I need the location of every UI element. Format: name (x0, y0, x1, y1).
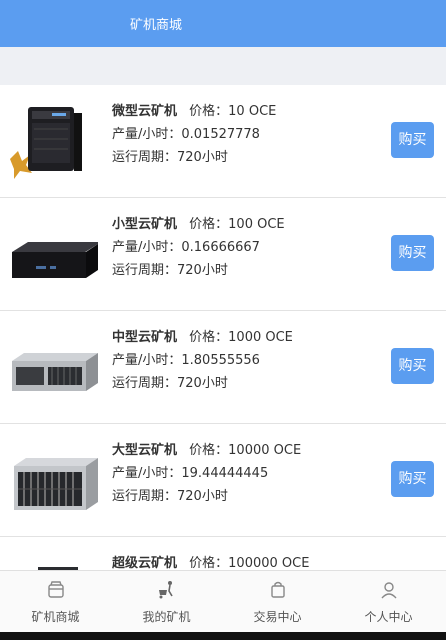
product-name: 大型云矿机 (112, 443, 178, 458)
bottom-edge (0, 632, 446, 640)
small-server-box-icon (8, 212, 100, 296)
page-title: 矿机商城 (130, 18, 183, 33)
product-price: 价格：100000 OCE (189, 556, 310, 570)
product-name: 微型云矿机 (112, 104, 178, 119)
miner-cart-icon (159, 581, 173, 599)
bottom-tab-bar: 矿机商城 我的矿机 交易中心 个人中心 (0, 570, 446, 632)
tab-store[interactable]: 矿机商城 (0, 571, 111, 633)
product-period: 运行周期：720小时 (112, 263, 228, 278)
product-price: 价格：1000 OCE (189, 330, 293, 345)
tab-profile[interactable]: 个人中心 (333, 571, 444, 633)
buy-button[interactable]: 购买 (391, 348, 434, 384)
tab-label: 个人中心 (364, 610, 413, 624)
app-header: 矿机商城 (0, 0, 446, 47)
product-list: 微型云矿机 价格：10 OCE 产量/小时：0.01527778 运行周期：72… (0, 85, 446, 570)
product-item: 中型云矿机 价格：1000 OCE 产量/小时：1.80555556 运行周期：… (0, 311, 446, 424)
tab-my-miners[interactable]: 我的矿机 (111, 571, 222, 633)
micro-server-tower-icon (8, 99, 100, 183)
buy-button[interactable]: 购买 (391, 122, 434, 158)
product-period: 运行周期：720小时 (112, 376, 228, 391)
tab-label: 交易中心 (253, 610, 302, 624)
store-icon (48, 581, 64, 598)
product-item: 微型云矿机 价格：10 OCE 产量/小时：0.01527778 运行周期：72… (0, 85, 446, 198)
person-icon (381, 582, 397, 599)
product-period: 运行周期：720小时 (112, 489, 228, 504)
product-price: 价格：100 OCE (189, 217, 285, 232)
tab-label: 我的矿机 (142, 610, 191, 624)
shopping-bag-icon (271, 581, 285, 598)
product-period: 运行周期：720小时 (112, 150, 228, 165)
product-output: 产量/小时：1.80555556 (112, 353, 260, 368)
tab-trading-center[interactable]: 交易中心 (222, 571, 333, 633)
product-item: 大型云矿机 价格：10000 OCE 产量/小时：19.44444445 运行周… (0, 424, 446, 537)
product-item: 超级云矿机 价格：100000 OCE (0, 537, 446, 570)
header-spacer (0, 47, 446, 85)
buy-button[interactable]: 购买 (391, 461, 434, 497)
product-name: 中型云矿机 (112, 330, 178, 345)
tab-label: 矿机商城 (31, 610, 80, 624)
product-price: 价格：10 OCE (189, 104, 277, 119)
product-item: 小型云矿机 价格：100 OCE 产量/小时：0.16666667 运行周期：7… (0, 198, 446, 311)
product-output: 产量/小时：0.16666667 (112, 240, 260, 255)
product-output: 产量/小时：0.01527778 (112, 127, 260, 142)
buy-button[interactable]: 购买 (391, 235, 434, 271)
rack-server-icon (8, 325, 100, 409)
product-price: 价格：10000 OCE (189, 443, 302, 458)
product-name: 超级云矿机 (112, 556, 178, 570)
product-output: 产量/小时：19.44444445 (112, 466, 269, 481)
product-name: 小型云矿机 (112, 217, 178, 232)
storage-server-icon (8, 438, 100, 522)
super-server-tower-icon (8, 551, 100, 570)
